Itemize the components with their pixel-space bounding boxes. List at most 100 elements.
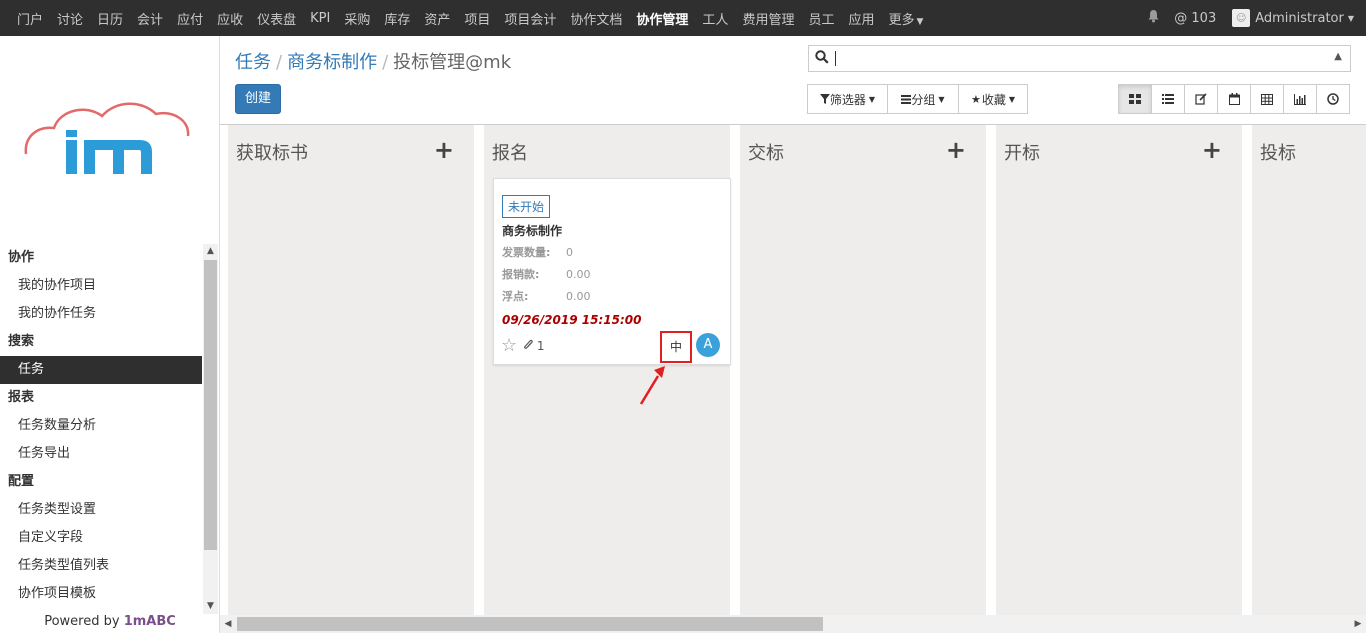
kanban-column: 投标 (1252, 125, 1366, 615)
menu-discuss[interactable]: 讨论 (57, 9, 83, 28)
task-card[interactable]: 未开始 商务标制作 发票数量: 0 报销款: 0.00 浮点: 0.00 09/26/… (493, 178, 731, 365)
mentions-counter[interactable]: @ 103 (1174, 11, 1216, 26)
scroll-up-icon[interactable]: ▲ (203, 244, 218, 259)
scroll-right-icon[interactable]: ▶ (1350, 615, 1366, 633)
menu-apps[interactable]: 应用 (848, 9, 874, 28)
field-invoice-count: 发票数量: 0 (502, 244, 573, 260)
menu-workers[interactable]: 工人 (702, 9, 728, 28)
breadcrumb-business-bid[interactable]: 商务标制作 (287, 52, 377, 73)
add-task-icon[interactable]: + (434, 138, 454, 162)
app-menu: 门户 讨论 日历 会计 应付 应收 仪表盘 KPI 采购 库存 资产 项目 项目… (0, 0, 937, 36)
scroll-down-icon[interactable]: ▼ (203, 599, 218, 614)
search-input[interactable] (835, 51, 836, 66)
attachment-count-value: 1 (536, 339, 545, 353)
filter-label: 筛选器 (829, 92, 866, 107)
scrollbar-thumb[interactable] (204, 260, 217, 550)
powered-prefix: Powered by (44, 614, 120, 629)
menu-collab-management[interactable]: 协作管理 (636, 9, 688, 28)
filter-button[interactable]: 筛选器 ▼ (807, 84, 888, 114)
sidebar-item-task-export[interactable]: 任务导出 (0, 440, 202, 468)
add-task-icon[interactable]: + (946, 138, 966, 162)
sidebar-item-project-templates[interactable]: 协作项目模板 (0, 580, 202, 608)
filter-icon (819, 94, 830, 104)
sidebar-item-custom-fields[interactable]: 自定义字段 (0, 524, 202, 552)
menu-collab-docs[interactable]: 协作文档 (570, 9, 622, 28)
menu-assets[interactable]: 资产 (424, 9, 450, 28)
field-label: 报销款: (502, 268, 540, 281)
menu-employees[interactable]: 员工 (808, 9, 834, 28)
sidebar-item-my-tasks[interactable]: 我的协作任务 (0, 300, 202, 328)
breadcrumb-current: 投标管理@mk (393, 52, 512, 73)
table-icon (1261, 93, 1273, 105)
attachment-count[interactable]: 1 (524, 339, 544, 353)
star-icon[interactable]: ☆ (501, 335, 517, 356)
side-section-search: 搜索 (8, 334, 35, 349)
graph-view-button[interactable] (1283, 84, 1317, 114)
topbar-right: @ 103 ☺ Administrator ▼ (1147, 0, 1366, 36)
breadcrumb: 任务 / 商务标制作 / 投标管理@mk (235, 48, 511, 74)
search-dropdown-icon[interactable]: ▲ (1334, 51, 1342, 62)
search-bar[interactable]: ▲ (808, 45, 1351, 72)
task-deadline: 09/26/2019 15:15:00 (502, 313, 642, 327)
add-task-icon[interactable]: + (1202, 138, 1222, 162)
priority-indicator[interactable]: 中 (660, 331, 692, 363)
breadcrumb-tasks[interactable]: 任务 (235, 52, 271, 73)
field-value: 0.00 (566, 268, 591, 281)
sidebar-item-type-values[interactable]: 任务类型值列表 (0, 552, 202, 580)
powered-by: Powered by 1mABC (0, 614, 220, 633)
field-value: 0.00 (566, 290, 591, 303)
menu-expenses[interactable]: 费用管理 (742, 9, 794, 28)
status-badge: 未开始 (502, 195, 551, 218)
bell-icon[interactable] (1147, 9, 1160, 27)
clock-icon (1327, 93, 1339, 105)
group-by-button[interactable]: 分组 ▼ (887, 84, 959, 114)
menu-project[interactable]: 项目 (464, 9, 490, 28)
sidebar-item-tasks[interactable]: 任务 (0, 356, 202, 384)
caret-down-icon: ▼ (1347, 13, 1354, 23)
powered-brand[interactable]: 1mABC (124, 614, 176, 629)
scrollbar-thumb[interactable] (237, 617, 823, 631)
field-reimbursement: 报销款: 0.00 (502, 266, 591, 282)
menu-calendar[interactable]: 日历 (97, 9, 123, 28)
favorites-button[interactable]: ★ 收藏 ▼ (958, 84, 1028, 114)
list-view-button[interactable] (1151, 84, 1185, 114)
menu-receivable[interactable]: 应收 (217, 9, 243, 28)
menu-accounting[interactable]: 会计 (137, 9, 163, 28)
kanban-view-button[interactable] (1118, 84, 1152, 114)
top-navbar: 门户 讨论 日历 会计 应付 应收 仪表盘 KPI 采购 库存 资产 项目 项目… (0, 0, 1366, 36)
menu-more[interactable]: 更多 ▼ (888, 9, 923, 28)
menu-inventory[interactable]: 库存 (384, 9, 410, 28)
sidebar-scrollbar[interactable]: ▲ ▼ (203, 244, 218, 614)
form-view-button[interactable] (1184, 84, 1218, 114)
menu-kpi[interactable]: KPI (310, 11, 330, 26)
pivot-view-button[interactable] (1250, 84, 1284, 114)
field-label: 浮点: (502, 290, 529, 303)
search-options: 筛选器 ▼ 分组 ▼ ★ 收藏 ▼ (807, 84, 1028, 114)
group-by-label: 分组 (911, 92, 936, 107)
menu-purchase[interactable]: 采购 (344, 9, 370, 28)
create-button[interactable]: 创建 (235, 84, 281, 114)
sidebar-item-my-projects[interactable]: 我的协作项目 (0, 272, 202, 300)
kanban-horizontal-scrollbar[interactable]: ◀ ▶ (220, 615, 1366, 633)
menu-dashboard[interactable]: 仪表盘 (257, 9, 296, 28)
scroll-left-icon[interactable]: ◀ (220, 615, 236, 633)
menu-project-accounting[interactable]: 项目会计 (504, 9, 556, 28)
menu-payable[interactable]: 应付 (177, 9, 203, 28)
menu-portal[interactable]: 门户 (17, 9, 43, 28)
activity-view-button[interactable] (1316, 84, 1350, 114)
list-icon (901, 95, 912, 104)
caret-down-icon: ▼ (916, 16, 924, 27)
field-label: 发票数量: (502, 246, 551, 259)
caret-down-icon: ▼ (868, 94, 876, 104)
kanban-column: 报名 未开始 商务标制作 发票数量: 0 报销款: 0.00 浮点: 0.00 09/… (484, 125, 731, 615)
sidebar-item-task-types[interactable]: 任务类型设置 (0, 496, 202, 524)
menu-more-label: 更多 (888, 12, 915, 28)
user-avatar-icon: ☺ (1232, 9, 1251, 27)
column-title: 报名 (492, 143, 528, 164)
sidebar-item-task-analysis[interactable]: 任务数量分析 (0, 412, 202, 440)
bar-chart-icon (1294, 93, 1306, 105)
user-menu[interactable]: ☺ Administrator ▼ (1232, 9, 1354, 27)
calendar-view-button[interactable] (1217, 84, 1251, 114)
side-section-reports: 报表 (8, 390, 35, 405)
assignee-avatar[interactable]: A (696, 333, 720, 357)
